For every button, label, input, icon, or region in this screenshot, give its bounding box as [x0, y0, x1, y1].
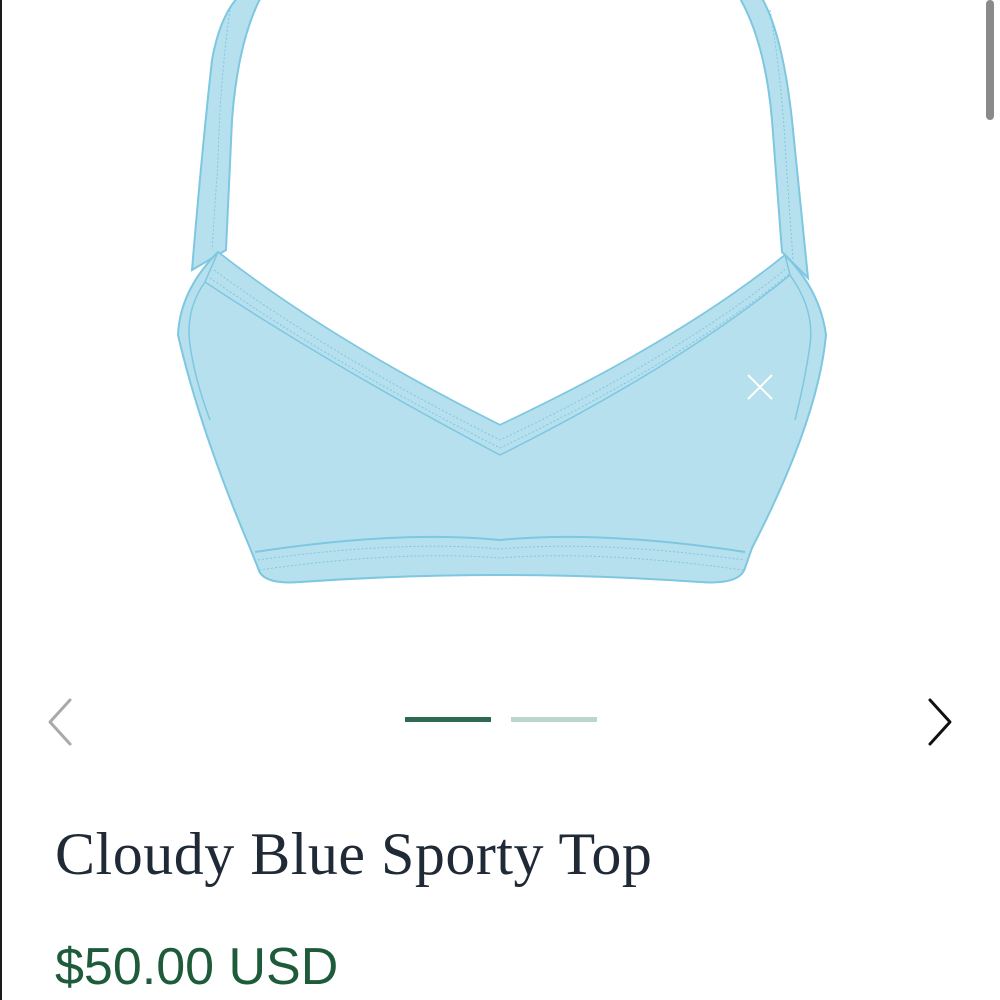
scrollbar-thumb[interactable] [986, 0, 994, 120]
chevron-left-icon [48, 698, 72, 746]
product-page: Cloudy Blue Sporty Top $50.00 USD [0, 0, 1000, 1000]
product-title: Cloudy Blue Sporty Top [55, 821, 653, 887]
carousel-dot-2[interactable] [511, 717, 597, 722]
product-image[interactable] [0, 0, 1000, 660]
chevron-right-icon [928, 698, 952, 746]
carousel-prev-button[interactable] [30, 692, 90, 752]
scrollbar[interactable] [984, 0, 1000, 1000]
carousel-indicators [405, 717, 597, 722]
carousel-dot-1[interactable] [405, 717, 491, 722]
product-price: $50.00 USD [55, 938, 339, 996]
carousel-next-button[interactable] [910, 692, 970, 752]
sports-top-illustration [176, 0, 828, 584]
